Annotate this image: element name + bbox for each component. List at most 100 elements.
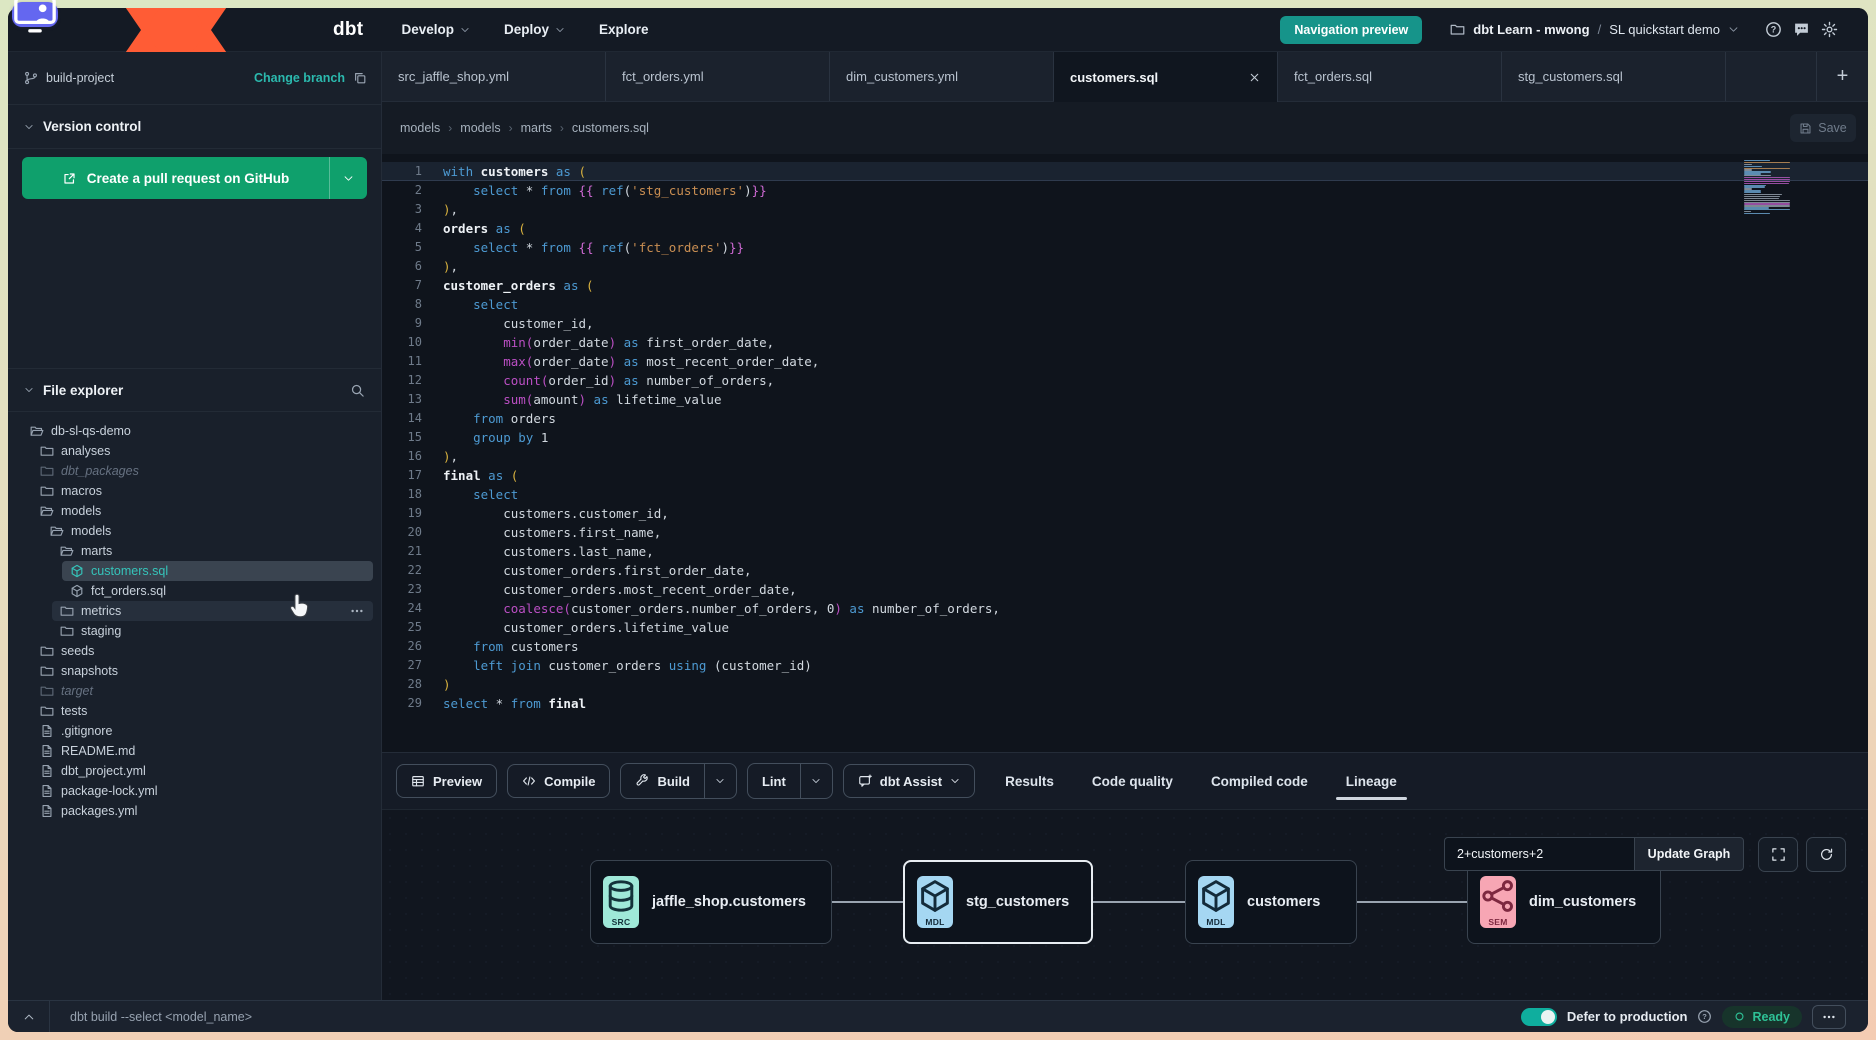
tab-src-jaffle-shop-yml[interactable]: src_jaffle_shop.yml xyxy=(382,52,606,101)
code-line-13[interactable]: 13 sum(amount) as lifetime_value xyxy=(382,390,1868,409)
code-line-10[interactable]: 10 min(order_date) as first_order_date, xyxy=(382,333,1868,352)
code-line-4[interactable]: 4orders as ( xyxy=(382,219,1868,238)
navigation-preview-button[interactable]: Navigation preview xyxy=(1280,16,1422,44)
close-icon[interactable] xyxy=(1248,71,1261,84)
tree-item-macros[interactable]: macros xyxy=(32,481,373,501)
tree-item-db-sl-qs-demo[interactable]: db-sl-qs-demo xyxy=(22,421,373,441)
code-editor[interactable]: 1with customers as (2 select * from {{ r… xyxy=(382,154,1868,752)
feedback-chat-icon[interactable] xyxy=(1793,21,1810,38)
compile-button[interactable]: Compile xyxy=(507,764,610,798)
menu-deploy[interactable]: Deploy xyxy=(504,22,565,37)
code-line-5[interactable]: 5 select * from {{ ref('fct_orders')}} xyxy=(382,238,1868,257)
tree-item-gitignore[interactable]: .gitignore xyxy=(32,721,373,741)
code-line-26[interactable]: 26 from customers xyxy=(382,637,1868,656)
code-line-22[interactable]: 22 customer_orders.first_order_date, xyxy=(382,561,1868,580)
dbt-assist-button[interactable]: dbt Assist xyxy=(843,764,975,798)
editor-minimap[interactable] xyxy=(1744,160,1796,215)
code-line-14[interactable]: 14 from orders xyxy=(382,409,1868,428)
defer-help-icon[interactable]: ? xyxy=(1697,1009,1712,1024)
tree-item-packages-yml[interactable]: packages.yml xyxy=(32,801,373,821)
code-line-8[interactable]: 8 select xyxy=(382,295,1868,314)
tree-item-dbt-packages[interactable]: dbt_packages xyxy=(32,461,373,481)
panel-tab-results[interactable]: Results xyxy=(1005,774,1054,789)
create-pr-button[interactable]: Create a pull request on GitHub xyxy=(22,157,367,199)
build-button[interactable]: Build xyxy=(621,764,704,798)
code-line-18[interactable]: 18 select xyxy=(382,485,1868,504)
lineage-canvas[interactable]: Update Graph SRCjaffle_shop.customers MDL… xyxy=(382,809,1868,1000)
version-control-header[interactable]: Version control xyxy=(8,105,381,149)
panel-tab-code-quality[interactable]: Code quality xyxy=(1092,774,1173,789)
code-line-23[interactable]: 23 customer_orders.most_recent_order_dat… xyxy=(382,580,1868,599)
tree-item-target[interactable]: target xyxy=(32,681,373,701)
tree-item-fct-orders-sql[interactable]: fct_orders.sql xyxy=(62,581,373,601)
command-bar-collapse-button[interactable] xyxy=(8,1001,50,1032)
file-explorer-header[interactable]: File explorer xyxy=(8,368,381,412)
lineage-node-dim-customers[interactable]: SEMdim_customers xyxy=(1467,860,1661,944)
copy-icon[interactable] xyxy=(353,71,367,85)
code-line-3[interactable]: 3), xyxy=(382,200,1868,219)
code-line-25[interactable]: 25 customer_orders.lifetime_value xyxy=(382,618,1868,637)
code-line-19[interactable]: 19 customers.customer_id, xyxy=(382,504,1868,523)
tree-item-models[interactable]: models xyxy=(42,521,373,541)
panel-tab-lineage[interactable]: Lineage xyxy=(1346,774,1397,789)
create-pr-button-main[interactable]: Create a pull request on GitHub xyxy=(22,157,329,199)
tree-item-customers-sql[interactable]: customers.sql xyxy=(62,561,373,581)
more-options-button[interactable] xyxy=(1812,1005,1846,1029)
build-button-dropdown[interactable] xyxy=(704,764,736,798)
lineage-fullscreen-button[interactable] xyxy=(1758,837,1798,872)
lineage-node-jaffle-shop-customers[interactable]: SRCjaffle_shop.customers xyxy=(590,860,832,944)
create-pr-dropdown[interactable] xyxy=(329,157,367,199)
gear-icon[interactable] xyxy=(1821,21,1838,38)
tree-item-package-lock-yml[interactable]: package-lock.yml xyxy=(32,781,373,801)
update-graph-button[interactable]: Update Graph xyxy=(1634,837,1744,871)
code-line-21[interactable]: 21 customers.last_name, xyxy=(382,542,1868,561)
lineage-search-input[interactable] xyxy=(1444,837,1634,871)
tree-item-analyses[interactable]: analyses xyxy=(32,441,373,461)
code-line-9[interactable]: 9 customer_id, xyxy=(382,314,1868,333)
code-line-29[interactable]: 29select * from final xyxy=(382,694,1868,713)
code-line-11[interactable]: 11 max(order_date) as most_recent_order_… xyxy=(382,352,1868,371)
code-line-12[interactable]: 12 count(order_id) as number_of_orders, xyxy=(382,371,1868,390)
tree-item-metrics[interactable]: metrics xyxy=(52,601,373,621)
code-line-20[interactable]: 20 customers.first_name, xyxy=(382,523,1868,542)
code-line-24[interactable]: 24 coalesce(customer_orders.number_of_or… xyxy=(382,599,1868,618)
preview-button[interactable]: Preview xyxy=(396,764,497,798)
tab-stg-customers-sql[interactable]: stg_customers.sql xyxy=(1502,52,1726,101)
tab-customers-sql[interactable]: customers.sql xyxy=(1054,52,1278,102)
tree-item-staging[interactable]: staging xyxy=(52,621,373,641)
code-line-1[interactable]: 1with customers as ( xyxy=(382,162,1868,181)
panel-tab-compiled-code[interactable]: Compiled code xyxy=(1211,774,1308,789)
lineage-refresh-button[interactable] xyxy=(1806,837,1846,872)
tab-fct-orders-sql[interactable]: fct_orders.sql xyxy=(1278,52,1502,101)
lint-button[interactable]: Lint xyxy=(748,764,800,798)
command-input[interactable]: dbt build --select <model_name> xyxy=(70,1010,252,1024)
code-line-27[interactable]: 27 left join customer_orders using (cust… xyxy=(382,656,1868,675)
code-line-28[interactable]: 28) xyxy=(382,675,1868,694)
tree-item-models[interactable]: models xyxy=(32,501,373,521)
tab-dim-customers-yml[interactable]: dim_customers.yml xyxy=(830,52,1054,101)
lineage-node-stg-customers[interactable]: MDLstg_customers xyxy=(903,860,1093,944)
change-branch-link[interactable]: Change branch xyxy=(254,71,345,85)
tab-fct-orders-yml[interactable]: fct_orders.yml xyxy=(606,52,830,101)
lint-button-dropdown[interactable] xyxy=(800,764,832,798)
code-line-2[interactable]: 2 select * from {{ ref('stg_customers')}… xyxy=(382,181,1868,200)
account-project-switcher[interactable]: dbt Learn - mwong / SL quickstart demo xyxy=(1450,22,1739,37)
tree-item-snapshots[interactable]: snapshots xyxy=(32,661,373,681)
tree-item-readme-md[interactable]: README.md xyxy=(32,741,373,761)
menu-explore[interactable]: Explore xyxy=(599,22,649,37)
new-tab-button[interactable]: + xyxy=(1816,52,1868,101)
menu-develop[interactable]: Develop xyxy=(401,22,470,37)
defer-toggle[interactable] xyxy=(1521,1008,1557,1026)
save-button[interactable]: Save xyxy=(1790,114,1856,142)
tree-item-tests[interactable]: tests xyxy=(32,701,373,721)
search-icon[interactable] xyxy=(350,383,365,398)
help-icon[interactable]: ? xyxy=(1765,21,1782,38)
code-line-7[interactable]: 7customer_orders as ( xyxy=(382,276,1868,295)
code-line-15[interactable]: 15 group by 1 xyxy=(382,428,1868,447)
lineage-node-customers[interactable]: MDLcustomers xyxy=(1185,860,1357,944)
tree-item-seeds[interactable]: seeds xyxy=(32,641,373,661)
code-line-16[interactable]: 16), xyxy=(382,447,1868,466)
tree-item-dbt-project-yml[interactable]: dbt_project.yml xyxy=(32,761,373,781)
code-line-6[interactable]: 6), xyxy=(382,257,1868,276)
code-line-17[interactable]: 17final as ( xyxy=(382,466,1868,485)
